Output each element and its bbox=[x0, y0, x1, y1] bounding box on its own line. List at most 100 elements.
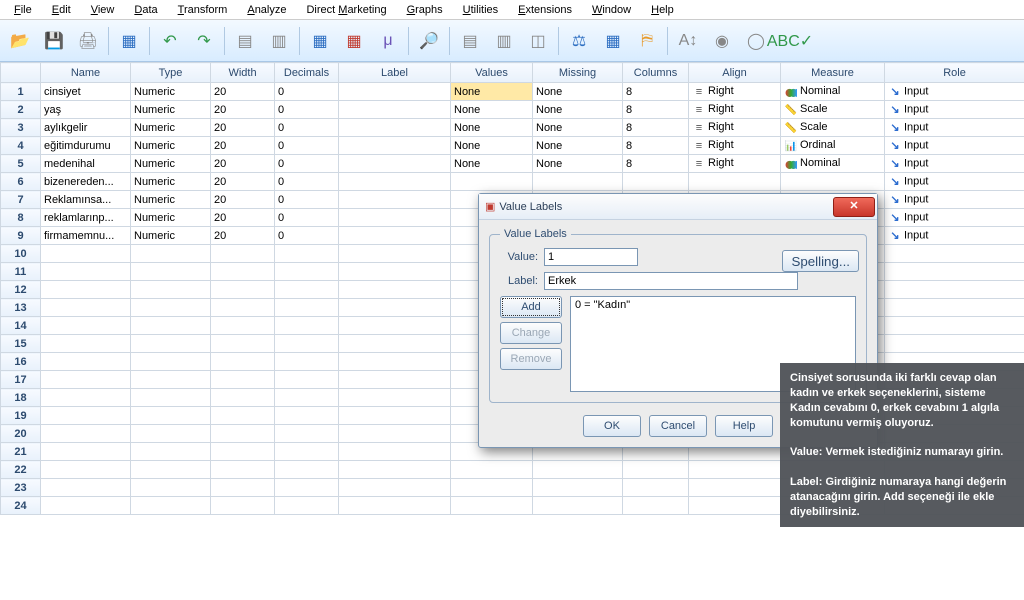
cell-columns[interactable]: 8 bbox=[623, 83, 689, 101]
list-item[interactable]: 0 = "Kadın" bbox=[575, 299, 851, 311]
cell-values[interactable]: None bbox=[451, 155, 533, 173]
menu-utilities[interactable]: Utilities bbox=[453, 2, 508, 18]
empty-cell[interactable] bbox=[885, 263, 1024, 281]
empty-cell[interactable] bbox=[41, 389, 131, 407]
empty-cell[interactable] bbox=[131, 461, 211, 479]
cell-values[interactable]: None bbox=[451, 119, 533, 137]
empty-cell[interactable] bbox=[211, 353, 275, 371]
cell-missing[interactable]: None bbox=[533, 155, 623, 173]
empty-cell[interactable] bbox=[41, 245, 131, 263]
cell-align[interactable]: Right bbox=[689, 155, 781, 173]
empty-cell[interactable] bbox=[131, 299, 211, 317]
cell-decimals[interactable]: 0 bbox=[275, 137, 339, 155]
empty-cell[interactable] bbox=[131, 353, 211, 371]
menu-help[interactable]: Help bbox=[641, 2, 684, 18]
empty-cell[interactable] bbox=[339, 281, 451, 299]
cell-values[interactable]: None bbox=[451, 101, 533, 119]
cell-name[interactable]: firmamemnu... bbox=[41, 227, 131, 245]
empty-cell[interactable] bbox=[211, 245, 275, 263]
cell-name[interactable]: medenihal bbox=[41, 155, 131, 173]
split-file-icon[interactable]: ◫ bbox=[522, 24, 554, 58]
empty-cell[interactable] bbox=[131, 335, 211, 353]
cell-role[interactable]: Input bbox=[885, 173, 1024, 191]
row-header[interactable]: 4 bbox=[1, 137, 41, 155]
cell-measure[interactable] bbox=[781, 173, 885, 191]
empty-cell[interactable] bbox=[275, 353, 339, 371]
row-header[interactable]: 5 bbox=[1, 155, 41, 173]
row-header[interactable]: 15 bbox=[1, 335, 41, 353]
cell-missing[interactable] bbox=[533, 173, 623, 191]
empty-cell[interactable] bbox=[339, 317, 451, 335]
cell-label[interactable] bbox=[339, 227, 451, 245]
cell-name[interactable]: Reklamınsa... bbox=[41, 191, 131, 209]
empty-cell[interactable] bbox=[275, 407, 339, 425]
cell-decimals[interactable]: 0 bbox=[275, 209, 339, 227]
cell-decimals[interactable]: 0 bbox=[275, 83, 339, 101]
cell-align[interactable]: Right bbox=[689, 83, 781, 101]
menu-window[interactable]: Window bbox=[582, 2, 641, 18]
empty-cell[interactable] bbox=[211, 497, 275, 515]
row-header[interactable]: 6 bbox=[1, 173, 41, 191]
cell-values[interactable] bbox=[451, 173, 533, 191]
menu-graphs[interactable]: Graphs bbox=[397, 2, 453, 18]
empty-cell[interactable] bbox=[131, 371, 211, 389]
label-input[interactable] bbox=[544, 272, 798, 290]
cell-name[interactable]: aylıkgelir bbox=[41, 119, 131, 137]
empty-cell[interactable] bbox=[339, 371, 451, 389]
empty-cell[interactable] bbox=[41, 497, 131, 515]
empty-cell[interactable] bbox=[131, 317, 211, 335]
cell-align[interactable]: Right bbox=[689, 119, 781, 137]
cell-role[interactable]: Input bbox=[885, 191, 1024, 209]
empty-cell[interactable] bbox=[211, 299, 275, 317]
cell-name[interactable]: reklamlarınp... bbox=[41, 209, 131, 227]
go-to-variable-icon[interactable]: ▥ bbox=[263, 24, 295, 58]
col-header-missing[interactable]: Missing bbox=[533, 63, 623, 83]
empty-cell[interactable] bbox=[339, 353, 451, 371]
cell-decimals[interactable]: 0 bbox=[275, 173, 339, 191]
print-icon[interactable]: 🖨 bbox=[72, 24, 104, 58]
cell-align[interactable] bbox=[689, 173, 781, 191]
empty-cell[interactable] bbox=[41, 371, 131, 389]
empty-cell[interactable] bbox=[339, 389, 451, 407]
run-descriptives-icon[interactable]: ▦ bbox=[338, 24, 370, 58]
menu-transform[interactable]: Transform bbox=[168, 2, 238, 18]
row-header[interactable]: 8 bbox=[1, 209, 41, 227]
cell-type[interactable]: Numeric bbox=[131, 137, 211, 155]
empty-cell[interactable] bbox=[131, 263, 211, 281]
weight-cases-icon[interactable]: ⚖ bbox=[563, 24, 595, 58]
cell-role[interactable]: Input bbox=[885, 155, 1024, 173]
cell-width[interactable]: 20 bbox=[211, 173, 275, 191]
cell-width[interactable]: 20 bbox=[211, 227, 275, 245]
cell-measure[interactable]: Scale bbox=[781, 119, 885, 137]
empty-cell[interactable] bbox=[689, 497, 781, 515]
row-header[interactable]: 11 bbox=[1, 263, 41, 281]
empty-cell[interactable] bbox=[689, 479, 781, 497]
spelling-button[interactable]: Spelling... bbox=[782, 250, 859, 272]
menu-analyze[interactable]: Analyze bbox=[237, 2, 296, 18]
col-header-decimals[interactable]: Decimals bbox=[275, 63, 339, 83]
col-header-align[interactable]: Align bbox=[689, 63, 781, 83]
row-header[interactable]: 19 bbox=[1, 407, 41, 425]
col-header-name[interactable]: Name bbox=[41, 63, 131, 83]
empty-cell[interactable] bbox=[451, 497, 533, 515]
empty-cell[interactable] bbox=[211, 425, 275, 443]
row-header[interactable]: 7 bbox=[1, 191, 41, 209]
cell-measure[interactable]: Ordinal bbox=[781, 137, 885, 155]
cell-missing[interactable]: None bbox=[533, 83, 623, 101]
empty-cell[interactable] bbox=[211, 443, 275, 461]
cell-label[interactable] bbox=[339, 119, 451, 137]
empty-cell[interactable] bbox=[41, 263, 131, 281]
recall-dialog-icon[interactable]: ▦ bbox=[113, 24, 145, 58]
cell-decimals[interactable]: 0 bbox=[275, 227, 339, 245]
cell-role[interactable]: Input bbox=[885, 119, 1024, 137]
cell-width[interactable]: 20 bbox=[211, 155, 275, 173]
open-file-icon[interactable]: 📂 bbox=[4, 24, 36, 58]
menu-edit[interactable]: Edit bbox=[42, 2, 81, 18]
empty-cell[interactable] bbox=[339, 425, 451, 443]
empty-cell[interactable] bbox=[339, 443, 451, 461]
cell-type[interactable]: Numeric bbox=[131, 155, 211, 173]
empty-cell[interactable] bbox=[451, 479, 533, 497]
empty-cell[interactable] bbox=[339, 335, 451, 353]
empty-cell[interactable] bbox=[275, 335, 339, 353]
help-button[interactable]: Help bbox=[715, 415, 773, 437]
